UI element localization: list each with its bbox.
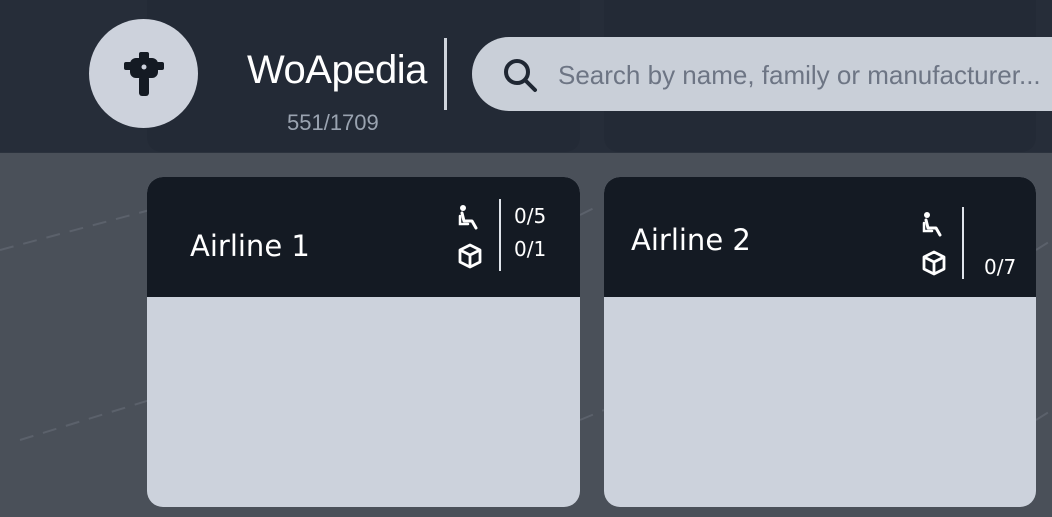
search-icon [504, 59, 537, 92]
airplane-icon [123, 51, 164, 96]
cargo-box-icon [922, 250, 946, 276]
airline-card[interactable]: Airline 1 0/5 0/1 [147, 177, 580, 507]
passenger-count: 0/5 [514, 204, 547, 228]
passenger-seat-icon [458, 205, 478, 230]
passenger-seat-icon [922, 212, 942, 237]
airline-card-header: Airline 2 0/7 [604, 177, 1036, 297]
app-header: WoApedia 551/1709 [0, 0, 1052, 153]
cargo-box-icon [458, 243, 482, 269]
airline-card-header: Airline 1 0/5 0/1 [147, 177, 580, 297]
cargo-count: 0/1 [514, 237, 547, 261]
search-input[interactable] [556, 51, 1052, 99]
collection-count: 551/1709 [287, 110, 379, 135]
header-divider [444, 38, 447, 110]
airline-name: Airline 1 [190, 229, 310, 263]
airline-card[interactable]: Airline 2 0/7 [604, 177, 1036, 507]
app-logo[interactable] [89, 19, 198, 128]
stats-divider [499, 199, 501, 271]
search-bar[interactable] [472, 37, 1052, 111]
stats-divider [962, 207, 964, 279]
app-title: WoApedia [247, 48, 427, 92]
airline-name: Airline 2 [631, 223, 751, 257]
cargo-count: 0/7 [984, 255, 1017, 279]
